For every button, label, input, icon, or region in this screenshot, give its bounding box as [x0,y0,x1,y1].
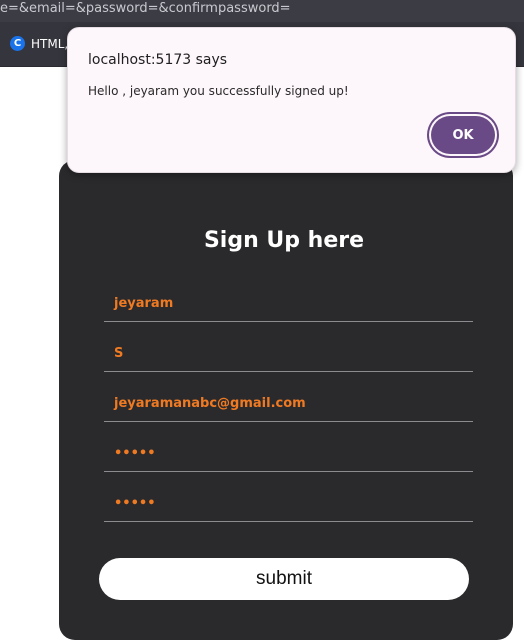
last-name-field[interactable]: S [104,336,473,372]
dialog-title: localhost:5173 says [88,52,228,68]
bookmark-label: HTML, [31,36,69,51]
bookmark-c-icon: C [10,36,25,51]
password-field[interactable]: ••••• [104,436,473,472]
bookmark-html[interactable]: C HTML, [10,36,68,51]
ok-button[interactable]: OK [431,116,495,154]
email-field[interactable]: jeyaramanabc@gmail.com [104,386,473,422]
signup-card: Sign Up here jeyaram S jeyaramanabc@gmai… [59,160,513,640]
dialog-message: Hello , jeyaram you successfully signed … [88,84,349,98]
first-name-field[interactable]: jeyaram [104,286,473,322]
address-bar[interactable]: e=&email=&password=&confirmpassword= [0,0,524,22]
address-bar-text: e=&email=&password=&confirmpassword= [0,1,291,16]
submit-button[interactable]: submit [99,558,469,600]
confirm-password-field[interactable]: ••••• [104,486,473,522]
page-title: Sign Up here [203,228,365,253]
alert-dialog: localhost:5173 says Hello , jeyaram you … [67,27,516,173]
